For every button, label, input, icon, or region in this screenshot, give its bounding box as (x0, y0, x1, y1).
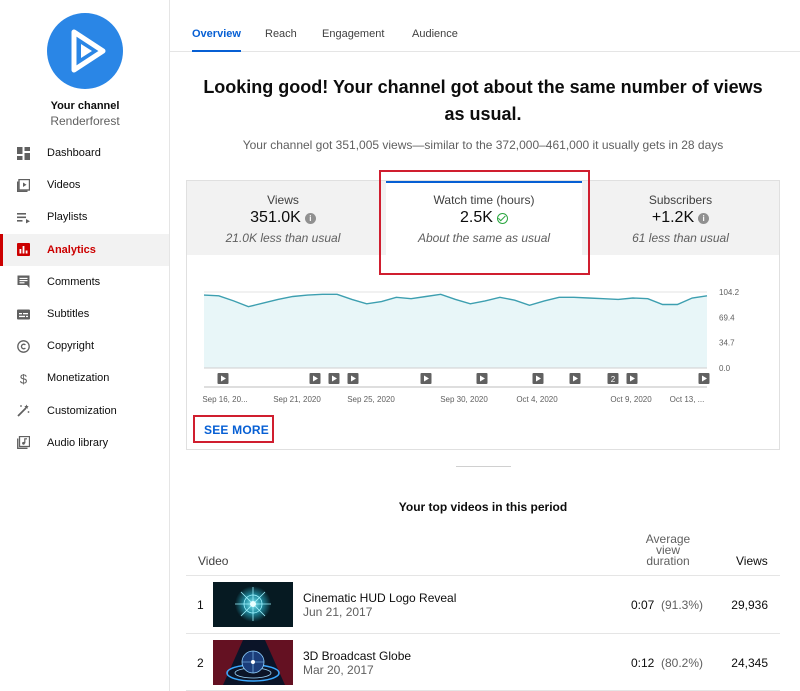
metric-value: 2.5K (460, 209, 493, 226)
tab-overview[interactable]: Overview (192, 28, 241, 52)
video-marker-count: 2 (611, 375, 616, 384)
tab-engagement[interactable]: Engagement (322, 28, 384, 52)
sidebar-item-copyright[interactable]: Copyright (0, 330, 169, 362)
metric-comparison: About the same as usual (417, 231, 551, 245)
metrics-card: Views 351.0K i 21.0K less than usual Watc… (186, 180, 780, 450)
metric-label: Watch time (hours) (433, 193, 535, 207)
sidebar-nav: Dashboard Videos Playlists Analytics Com… (0, 137, 169, 459)
sidebar: Your channel Renderforest Dashboard Vide… (0, 0, 170, 691)
metric-label: Subscribers (648, 193, 713, 207)
playlists-icon (16, 210, 30, 224)
y-tick-label: 0.0 (719, 364, 731, 373)
channel-avatar[interactable] (47, 13, 123, 89)
dashboard-icon (16, 146, 30, 160)
chart-area (204, 294, 707, 368)
y-tick-label: 104.2 (719, 288, 740, 297)
play-logo-icon (71, 29, 106, 73)
metric-views[interactable]: Views 351.0K i 21.0K less than usual (187, 181, 379, 255)
sidebar-item-label: Subtitles (47, 308, 90, 321)
x-tick-label: Sep 25, 2020 (347, 395, 395, 404)
subtitles-icon (16, 307, 30, 321)
top-videos-title: Your top videos in this period (398, 500, 568, 514)
metric-value: 351.0K (250, 209, 301, 226)
table-divider (186, 575, 780, 576)
audio-library-icon (16, 436, 30, 450)
channel-name: Renderforest (50, 114, 120, 128)
sidebar-item-label: Analytics (47, 243, 96, 256)
sidebar-item-label: Dashboard (47, 147, 101, 160)
table-row[interactable]: 1 Cinematic HUD Logo Reveal Jun 21, 2017… (186, 577, 780, 633)
watch-time-chart: 104.2 69.4 34.7 0.0 2 Sep 16, 20... Sep 21, 20… (202, 288, 740, 404)
x-tick-label: Oct 9, 2020 (610, 395, 652, 404)
comments-icon (16, 275, 30, 289)
metric-value: +1.2K (651, 209, 695, 226)
customization-icon (16, 404, 30, 418)
avg-view-duration: 0:07 (91.3%) (630, 598, 703, 612)
row-index: 1 (197, 598, 204, 612)
tab-reach[interactable]: Reach (265, 28, 297, 52)
y-tick-label: 69.4 (719, 313, 735, 322)
sidebar-item-analytics[interactable]: Analytics (0, 233, 169, 266)
analytics-tabs: Overview Reach Engagement Audience (170, 0, 800, 52)
section-divider (456, 466, 511, 467)
column-header-views: Views (736, 554, 768, 568)
y-tick-label: 34.7 (719, 339, 735, 348)
column-header-video: Video (198, 554, 229, 568)
video-title[interactable]: 3D Broadcast Globe (303, 649, 411, 663)
analytics-icon (16, 243, 30, 257)
metric-comparison: 61 less than usual (632, 231, 729, 245)
check-icon (496, 212, 508, 224)
info-icon: i (698, 212, 710, 224)
x-tick-label: Oct 4, 2020 (516, 395, 558, 404)
sidebar-item-subtitles[interactable]: Subtitles (0, 298, 169, 330)
sidebar-item-comments[interactable]: Comments (0, 266, 169, 298)
sidebar-item-dashboard[interactable]: Dashboard (0, 137, 169, 169)
sidebar-item-label: Videos (47, 179, 81, 192)
video-thumbnail[interactable] (213, 640, 293, 685)
video-date: Mar 20, 2017 (303, 663, 374, 677)
see-more-link[interactable]: SEE MORE (204, 423, 269, 437)
view-count: 29,936 (731, 598, 768, 612)
sidebar-item-playlists[interactable]: Playlists (0, 201, 169, 233)
sidebar-item-label: Monetization (47, 372, 110, 385)
table-divider (186, 633, 780, 634)
svg-text:$: $ (19, 372, 27, 385)
metric-watch-time[interactable]: Watch time (hours) 2.5K About the same a… (386, 181, 582, 255)
sidebar-item-label: Playlists (47, 211, 88, 224)
view-count: 24,345 (731, 656, 768, 670)
x-tick-label: Sep 16, 20... (202, 395, 247, 404)
metric-tabs: Views 351.0K i 21.0K less than usual Watc… (187, 181, 779, 255)
monetization-icon: $ (16, 371, 30, 385)
row-index: 2 (197, 656, 204, 670)
summary-headline: Looking good! Your channel got about the… (203, 77, 763, 124)
sidebar-item-label: Audio library (47, 436, 109, 449)
copyright-icon (16, 339, 30, 353)
x-tick-label: Oct 13, ... (670, 395, 705, 404)
x-tick-label: Sep 21, 2020 (273, 395, 321, 404)
sidebar-item-videos[interactable]: Videos (0, 169, 169, 201)
metric-subscribers[interactable]: Subscribers +1.2K i 61 less than usual (582, 181, 779, 255)
summary-subline: Your channel got 351,005 views—similar t… (242, 138, 724, 152)
sidebar-item-label: Copyright (47, 340, 95, 353)
channel-title: Your channel (50, 100, 120, 112)
info-icon: i (304, 212, 316, 224)
column-header-duration: Average view duration (645, 532, 691, 568)
table-row[interactable]: 2 3D Broadcast Globe Mar 20, 2017 0:12 (… (186, 635, 780, 691)
metric-label: Views (267, 193, 299, 207)
sidebar-item-label: Comments (47, 275, 101, 288)
sidebar-item-monetization[interactable]: $ Monetization (0, 362, 169, 394)
video-thumbnail[interactable] (213, 582, 293, 627)
x-tick-label: Sep 30, 2020 (440, 395, 488, 404)
videos-icon (16, 178, 30, 192)
avg-view-duration: 0:12 (80.2%) (630, 656, 703, 670)
metric-comparison: 21.0K less than usual (225, 231, 341, 245)
sidebar-item-customization[interactable]: Customization (0, 395, 169, 427)
sidebar-item-audio-library[interactable]: Audio library (0, 427, 169, 459)
sidebar-item-label: Customization (47, 404, 117, 417)
video-date: Jun 21, 2017 (303, 605, 373, 619)
tab-audience[interactable]: Audience (412, 28, 458, 52)
video-title[interactable]: Cinematic HUD Logo Reveal (303, 591, 456, 605)
